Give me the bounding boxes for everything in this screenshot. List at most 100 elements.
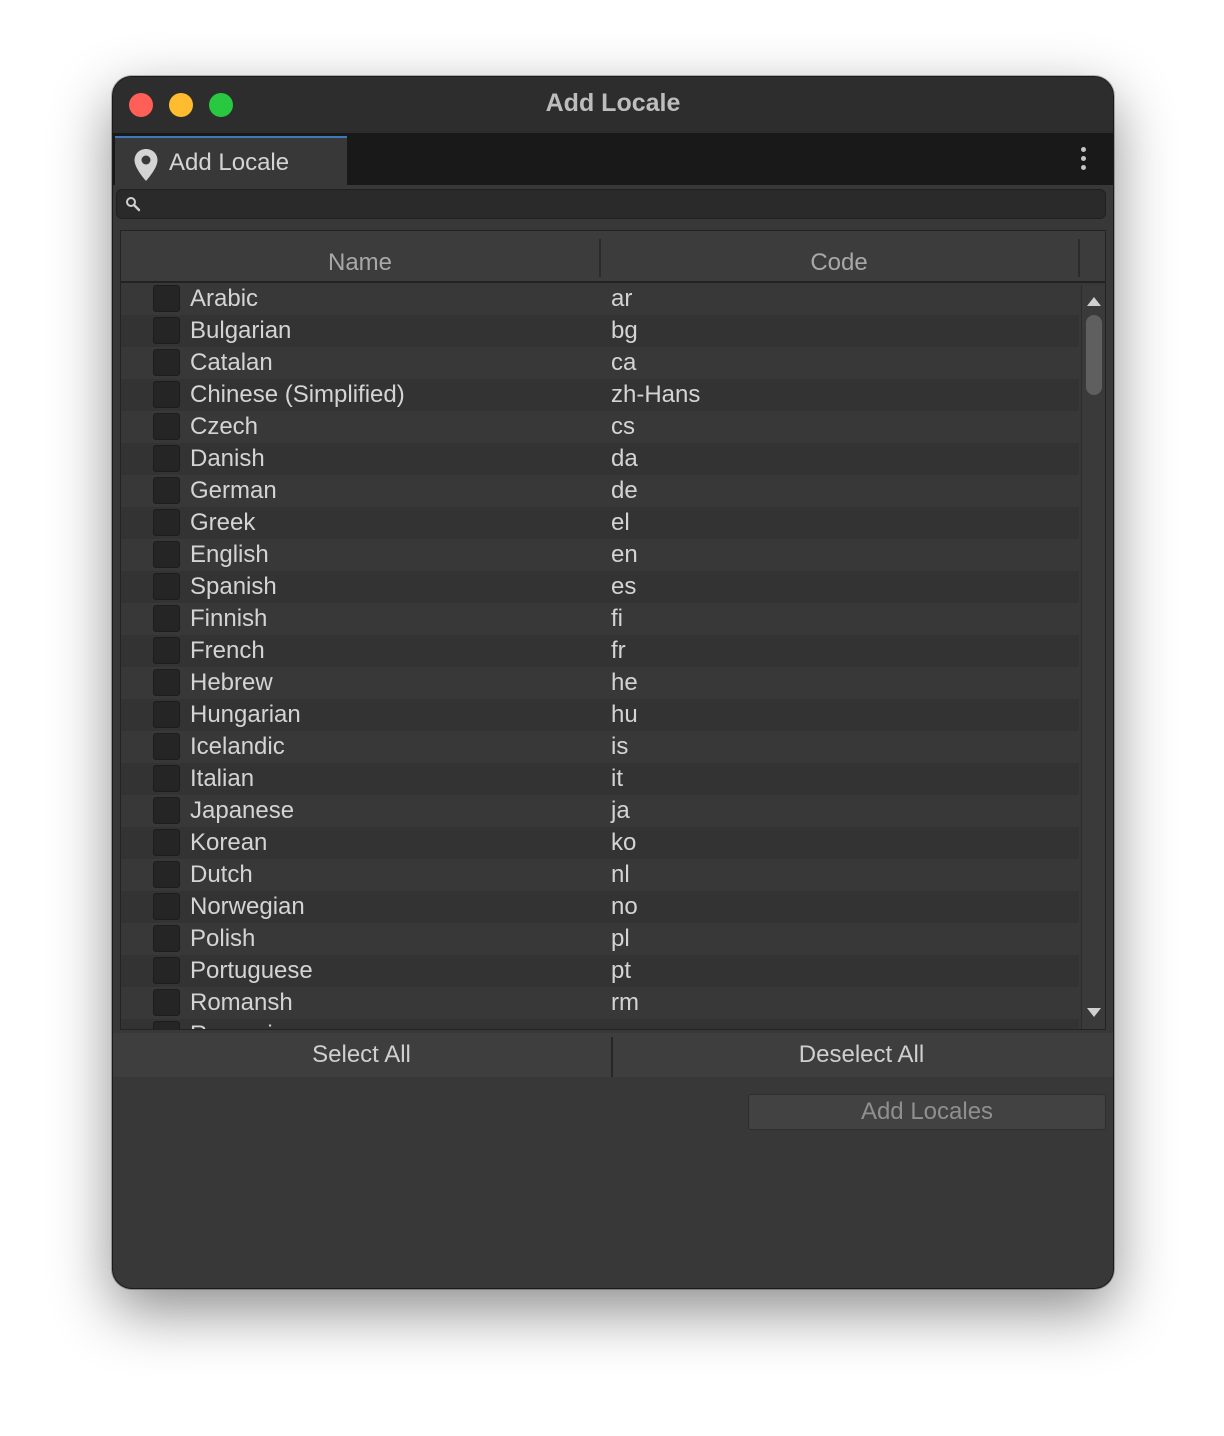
- locale-name: Spanish: [190, 573, 277, 600]
- table-row[interactable]: Danish da: [121, 443, 1079, 475]
- locale-code: de: [611, 477, 638, 504]
- table-row[interactable]: French fr: [121, 635, 1079, 667]
- locale-code: es: [611, 573, 637, 600]
- tab-label: Add Locale: [169, 149, 290, 176]
- deselect-all-button[interactable]: Deselect All: [613, 1033, 1110, 1077]
- table-row[interactable]: Catalan ca: [121, 347, 1079, 379]
- scroll-up-arrow-icon[interactable]: [1087, 297, 1101, 306]
- locale-name: Czech: [190, 413, 259, 440]
- locale-code: he: [611, 669, 638, 696]
- locale-checkbox[interactable]: [153, 541, 180, 568]
- locale-checkbox[interactable]: [153, 701, 180, 728]
- column-header-name[interactable]: Name: [121, 249, 599, 277]
- table-row[interactable]: Italian it: [121, 763, 1079, 795]
- locale-checkbox[interactable]: [153, 925, 180, 952]
- locale-name: Danish: [190, 445, 265, 472]
- table-header: Name Code: [121, 231, 1105, 283]
- table-row[interactable]: English en: [121, 539, 1079, 571]
- add-locales-button[interactable]: Add Locales: [748, 1094, 1106, 1130]
- locale-checkbox[interactable]: [153, 957, 180, 984]
- table-row[interactable]: Czech cs: [121, 411, 1079, 443]
- table-row[interactable]: Romanian ro: [121, 1019, 1079, 1029]
- table-row[interactable]: Finnish fi: [121, 603, 1079, 635]
- table-row[interactable]: Hebrew he: [121, 667, 1079, 699]
- search-field[interactable]: [116, 189, 1106, 220]
- locale-name: German: [190, 477, 277, 504]
- locale-checkbox[interactable]: [153, 413, 180, 440]
- tab-add-locale[interactable]: Add Locale: [115, 136, 347, 185]
- locale-checkbox[interactable]: [153, 317, 180, 344]
- locale-checkbox[interactable]: [153, 733, 180, 760]
- locale-name: Finnish: [190, 605, 268, 632]
- select-all-button[interactable]: Select All: [113, 1033, 610, 1077]
- table-row[interactable]: Bulgarian bg: [121, 315, 1079, 347]
- locale-name: Portuguese: [190, 957, 313, 984]
- locale-name: Arabic: [190, 285, 259, 312]
- locale-checkbox[interactable]: [153, 989, 180, 1016]
- table-row[interactable]: Chinese (Simplified) zh-Hans: [121, 379, 1079, 411]
- table-row[interactable]: Hungarian hu: [121, 699, 1079, 731]
- vertical-scrollbar[interactable]: [1081, 285, 1105, 1029]
- locale-checkbox[interactable]: [153, 829, 180, 856]
- locale-checkbox[interactable]: [153, 605, 180, 632]
- locale-checkbox[interactable]: [153, 637, 180, 664]
- window-title: Add Locale: [545, 89, 681, 117]
- locale-checkbox[interactable]: [153, 669, 180, 696]
- locale-list: Arabic ar Bulgarian bg Catalan ca Chinese (Sim…: [121, 283, 1079, 1029]
- locale-name: Italian: [190, 765, 255, 792]
- locale-name: Hebrew: [190, 669, 273, 696]
- locale-code: el: [611, 509, 630, 536]
- locale-checkbox[interactable]: [153, 765, 180, 792]
- column-divider[interactable]: [1078, 239, 1080, 277]
- locale-checkbox[interactable]: [153, 285, 180, 312]
- locale-name: Korean: [190, 829, 268, 856]
- table-row[interactable]: Dutch nl: [121, 859, 1079, 891]
- locale-code: da: [611, 445, 638, 472]
- locale-code: pl: [611, 925, 630, 952]
- locale-name: Polish: [190, 925, 256, 952]
- locale-name: French: [190, 637, 265, 664]
- locale-code: pt: [611, 957, 632, 984]
- locale-checkbox[interactable]: [153, 573, 180, 600]
- title-bar[interactable]: Add Locale: [113, 77, 1113, 133]
- locale-name: Greek: [190, 509, 256, 536]
- locale-checkbox[interactable]: [153, 509, 180, 536]
- table-row[interactable]: Portuguese pt: [121, 955, 1079, 987]
- locale-checkbox[interactable]: [153, 861, 180, 888]
- add-locale-window: Add Locale Add Locale Name Code Arabic ar…: [112, 76, 1114, 1289]
- locale-name: Norwegian: [190, 893, 305, 920]
- locale-code: nl: [611, 861, 630, 888]
- locale-code: no: [611, 893, 638, 920]
- locale-code: ko: [611, 829, 637, 856]
- column-header-code[interactable]: Code: [600, 249, 1078, 277]
- table-row[interactable]: Polish pl: [121, 923, 1079, 955]
- scrollbar-thumb[interactable]: [1086, 315, 1102, 395]
- table-row[interactable]: Japanese ja: [121, 795, 1079, 827]
- scroll-down-arrow-icon[interactable]: [1087, 1008, 1101, 1017]
- more-options-icon[interactable]: [1075, 147, 1091, 175]
- locale-code: is: [611, 733, 629, 760]
- table-row[interactable]: Korean ko: [121, 827, 1079, 859]
- table-row[interactable]: Greek el: [121, 507, 1079, 539]
- locale-name: Icelandic: [190, 733, 285, 760]
- locale-checkbox[interactable]: [153, 893, 180, 920]
- table-row[interactable]: Spanish es: [121, 571, 1079, 603]
- locale-table: Name Code Arabic ar Bulgarian bg Catalan ca Ch…: [120, 230, 1106, 1030]
- search-input[interactable]: [147, 190, 1101, 220]
- locale-checkbox[interactable]: [153, 349, 180, 376]
- locale-checkbox[interactable]: [153, 477, 180, 504]
- table-row[interactable]: German de: [121, 475, 1079, 507]
- table-row[interactable]: Arabic ar: [121, 283, 1079, 315]
- locale-code: ca: [611, 349, 637, 376]
- locale-code: fr: [611, 637, 626, 664]
- locale-code: en: [611, 541, 638, 568]
- table-row[interactable]: Norwegian no: [121, 891, 1079, 923]
- locale-checkbox[interactable]: [153, 445, 180, 472]
- locale-checkbox[interactable]: [153, 797, 180, 824]
- locale-checkbox[interactable]: [153, 1021, 180, 1029]
- table-row[interactable]: Romansh rm: [121, 987, 1079, 1019]
- table-row[interactable]: Icelandic is: [121, 731, 1079, 763]
- locale-name: Bulgarian: [190, 317, 292, 344]
- locale-code: ar: [611, 285, 633, 312]
- locale-checkbox[interactable]: [153, 381, 180, 408]
